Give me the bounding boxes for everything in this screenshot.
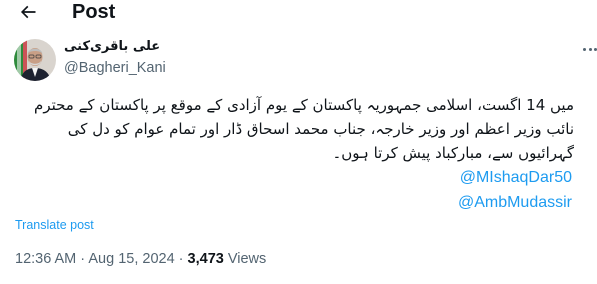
post-text-line: میں 14 اگست، اسلامی جمہوریہ پاکستان کے ی… bbox=[34, 96, 574, 114]
mention-link-mishaqdar50[interactable]: @MIshaqDar50 bbox=[460, 168, 572, 188]
meta-separator: · bbox=[76, 251, 89, 267]
more-button[interactable] bbox=[583, 41, 597, 57]
more-horizontal-icon bbox=[583, 47, 597, 51]
post-text-line: نائب وزیر اعظم اور وزیر خارجہ، جناب محمد… bbox=[67, 120, 574, 138]
page-title: Post bbox=[72, 1, 116, 23]
back-button[interactable] bbox=[14, 0, 42, 24]
post-header: Post bbox=[0, 0, 597, 26]
post-time[interactable]: 12:36 AM bbox=[15, 251, 76, 267]
translate-post-link[interactable]: Translate post bbox=[15, 217, 94, 233]
author-name[interactable]: علی باقری‌کنی bbox=[64, 38, 166, 56]
meta-separator: · bbox=[174, 251, 188, 267]
views-label: Views bbox=[223, 251, 267, 267]
arrow-left-icon bbox=[20, 5, 36, 19]
post-text: میں 14 اگست، اسلامی جمہوریہ پاکستان کے ی… bbox=[14, 93, 574, 165]
avatar[interactable] bbox=[14, 39, 56, 81]
views-count: 3,473 bbox=[187, 251, 224, 267]
post-metadata: 12:36 AM · Aug 15, 2024 · 3,473 Views bbox=[15, 249, 266, 269]
mention-link-ambmudassir[interactable]: @AmbMudassir bbox=[458, 193, 572, 213]
profile-photo bbox=[14, 39, 56, 81]
post-text-line: گہرائیوں سے، مبارکباد پیش کرتا ہوں۔ bbox=[332, 144, 574, 162]
author-info: علی باقری‌کنی @Bagheri_Kani bbox=[64, 38, 166, 77]
post-date[interactable]: Aug 15, 2024 bbox=[88, 251, 174, 267]
author-handle[interactable]: @Bagheri_Kani bbox=[64, 59, 166, 77]
